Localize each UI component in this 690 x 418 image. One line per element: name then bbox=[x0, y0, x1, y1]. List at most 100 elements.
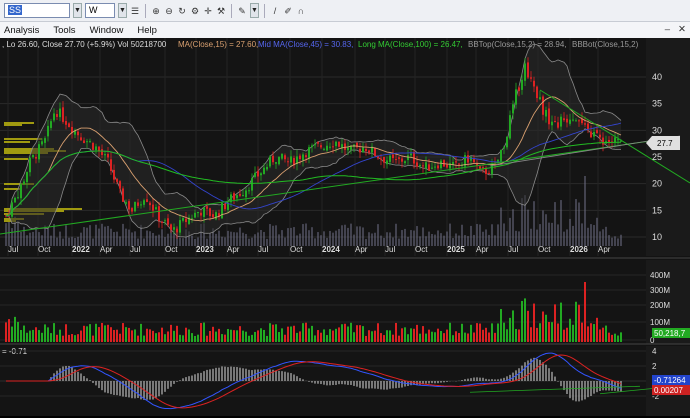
volume-profile-bar bbox=[4, 138, 42, 140]
candle-body bbox=[521, 79, 523, 90]
time-tick-label: Jul bbox=[8, 245, 18, 254]
volume-bar bbox=[341, 324, 343, 342]
volume-bar bbox=[572, 324, 574, 342]
candle-body bbox=[407, 155, 409, 161]
volume-bar bbox=[452, 335, 454, 342]
volume-background-bar bbox=[494, 235, 496, 246]
volume-background-bar bbox=[506, 231, 508, 246]
candle-body bbox=[176, 228, 178, 233]
crosshair-icon[interactable]: ✛ bbox=[203, 5, 213, 17]
pen-icon[interactable]: ✐ bbox=[283, 5, 293, 17]
list-icon[interactable]: ☰ bbox=[130, 5, 140, 17]
candle-body bbox=[35, 156, 37, 159]
menu-analysis[interactable]: Analysis bbox=[4, 25, 39, 36]
volume-background-bar bbox=[497, 224, 499, 246]
interval-input[interactable]: W bbox=[85, 3, 115, 18]
volume-bar bbox=[287, 326, 289, 342]
candle-body bbox=[53, 113, 55, 121]
volume-bar bbox=[179, 334, 181, 342]
volume-bar bbox=[533, 303, 535, 342]
candle-body bbox=[32, 155, 34, 158]
settings-icon[interactable]: ⚙ bbox=[190, 5, 200, 17]
main-toolbar: SS ▼ W ▼ ☰ ⊕ ⊖ ↻ ⚙ ✛ ⚒ ✎ ▼ / ✐ ∩ bbox=[0, 0, 690, 22]
volume-bar bbox=[617, 335, 619, 342]
refresh-icon[interactable]: ↻ bbox=[177, 5, 187, 17]
volume-background-bar bbox=[548, 222, 550, 246]
mid-ma-legend: Mid MA(Close,45) = 30.83, bbox=[258, 40, 353, 49]
volume-background-bar bbox=[227, 230, 229, 246]
volume-bar bbox=[227, 329, 229, 342]
pencil-icon[interactable]: ✎ bbox=[237, 5, 247, 17]
volume-background-bar bbox=[80, 232, 82, 246]
candle-body bbox=[299, 155, 301, 160]
candle-body bbox=[560, 116, 562, 127]
volume-bar bbox=[506, 329, 508, 342]
volume-bar bbox=[365, 335, 367, 342]
candle-body bbox=[425, 162, 427, 169]
volume-tick-label: 100M bbox=[650, 318, 670, 327]
volume-bar bbox=[104, 325, 106, 342]
volume-bar bbox=[350, 322, 352, 342]
volume-value-label: 50,218,7 bbox=[654, 329, 686, 338]
volume-bar bbox=[254, 331, 256, 342]
volume-background-bar bbox=[56, 237, 58, 246]
chart-area[interactable]: 40 35 30 25 20 15 10 , Lo 26.60, Close 27.70 (… bbox=[0, 38, 690, 416]
candle-body bbox=[206, 206, 208, 209]
volume-background-bar bbox=[596, 217, 598, 246]
menu-tools[interactable]: Tools bbox=[53, 25, 75, 36]
volume-background-bar bbox=[575, 199, 577, 246]
magnet-icon[interactable]: ∩ bbox=[296, 5, 306, 17]
volume-bar bbox=[224, 334, 226, 342]
osc-tick-label: 2 bbox=[652, 362, 657, 371]
volume-background-bar bbox=[98, 228, 100, 246]
time-tick-label: Oct bbox=[165, 245, 178, 254]
price-tick-label: 10 bbox=[652, 232, 662, 242]
volume-bar bbox=[563, 329, 565, 342]
candle-body bbox=[89, 141, 91, 143]
candle-body bbox=[149, 202, 151, 206]
volume-background-bar bbox=[605, 226, 607, 246]
volume-bar bbox=[389, 330, 391, 342]
header-ohlc: , Lo 26.60, Close 27.70 (+5.9%) Vol 5021… bbox=[2, 40, 167, 49]
volume-background-bar bbox=[503, 223, 505, 246]
volume-bar bbox=[131, 330, 133, 342]
toolbar-divider bbox=[231, 3, 232, 18]
close-icon[interactable]: ✕ bbox=[678, 24, 686, 35]
candle-body bbox=[155, 207, 157, 210]
draw-tool-icon[interactable]: ⚒ bbox=[216, 5, 226, 17]
volume-bar bbox=[236, 330, 238, 342]
interval-dropdown-icon[interactable]: ▼ bbox=[118, 3, 127, 18]
volume-background-bar bbox=[236, 232, 238, 246]
candle-body bbox=[548, 108, 550, 125]
volume-background-bar bbox=[440, 233, 442, 246]
volume-bar bbox=[263, 329, 265, 342]
symbol-dropdown-icon[interactable]: ▼ bbox=[73, 3, 82, 18]
menu-help[interactable]: Help bbox=[137, 25, 157, 36]
menu-window[interactable]: Window bbox=[90, 25, 124, 36]
volume-bar bbox=[524, 298, 526, 342]
minimize-icon[interactable]: – bbox=[665, 24, 670, 35]
zoom-in-icon[interactable]: ⊕ bbox=[151, 5, 161, 17]
volume-background-bar bbox=[527, 209, 529, 246]
volume-profile-bar bbox=[4, 158, 28, 160]
time-tick-label: 2026 bbox=[570, 245, 588, 254]
candle-body bbox=[566, 118, 568, 123]
volume-background-bar bbox=[101, 223, 103, 246]
volume-background-bar bbox=[536, 229, 538, 246]
pencil-dropdown-icon[interactable]: ▼ bbox=[250, 3, 259, 18]
volume-background-bar bbox=[104, 226, 106, 246]
volume-background-bar bbox=[446, 231, 448, 246]
volume-background-bar bbox=[368, 232, 370, 246]
volume-background-bar bbox=[302, 224, 304, 246]
chart-svg[interactable]: 40 35 30 25 20 15 10 , Lo 26.60, Close 27.70 (… bbox=[0, 38, 690, 416]
candle-body bbox=[320, 145, 322, 148]
volume-bar bbox=[575, 301, 577, 342]
symbol-input[interactable]: SS bbox=[4, 3, 70, 18]
zoom-out-icon[interactable]: ⊖ bbox=[164, 5, 174, 17]
candle-body bbox=[323, 148, 325, 150]
time-tick-label: Apr bbox=[355, 245, 368, 254]
volume-background-bar bbox=[35, 228, 37, 246]
brush-icon[interactable]: / bbox=[270, 5, 280, 17]
volume-bar bbox=[95, 323, 97, 342]
volume-background-bar bbox=[230, 231, 232, 246]
